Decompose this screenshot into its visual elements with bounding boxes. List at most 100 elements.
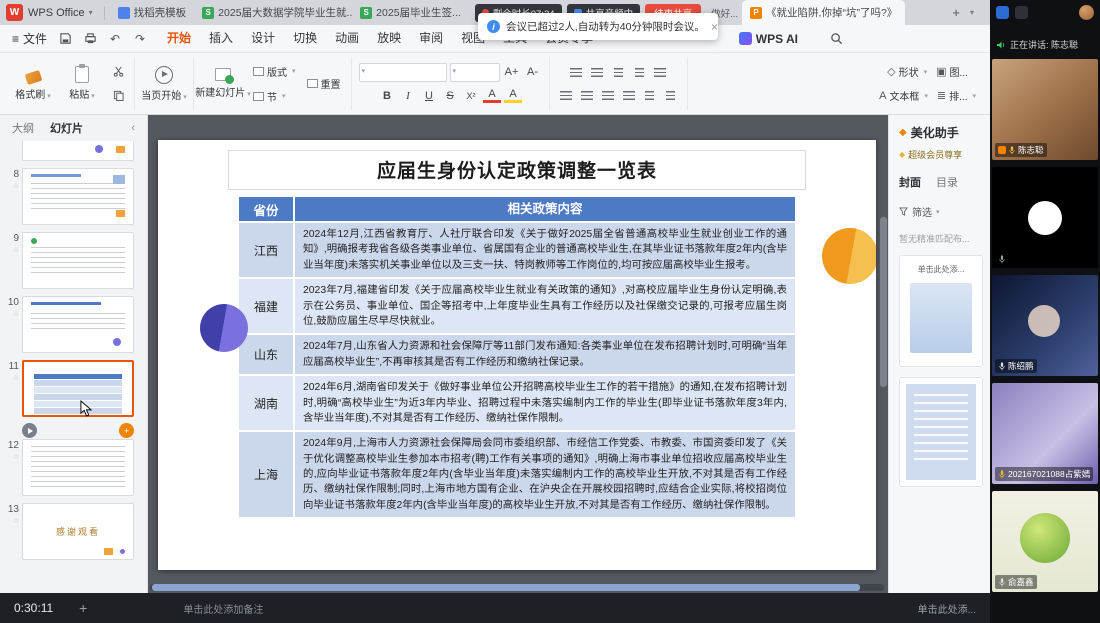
user-avatar[interactable]	[1079, 5, 1094, 20]
app-menu[interactable]: WPS Office	[28, 7, 85, 19]
layout-suggestion-card[interactable]: 单击此处添...	[899, 255, 983, 367]
font-color-button[interactable]: A	[483, 88, 501, 103]
participant-video[interactable]	[992, 167, 1098, 268]
vip-badge[interactable]: ◆ 超级会员尊享	[899, 148, 990, 161]
tab-slides[interactable]: 幻灯片	[50, 120, 83, 136]
layout-button[interactable]: 版式	[250, 62, 299, 81]
play-slide-button[interactable]	[22, 423, 37, 438]
tab-outline[interactable]: 大纲	[12, 120, 34, 136]
wps-ai-button[interactable]: WPS AI	[739, 32, 798, 46]
align-right-button[interactable]	[599, 86, 617, 104]
slide-thumbnail-9[interactable]: 9	[2, 232, 147, 289]
member-badge-icon	[998, 146, 1006, 154]
mic-icon	[998, 470, 1006, 479]
participant-video[interactable]: 陈绍鹏	[992, 275, 1098, 376]
chat-icon[interactable]	[1015, 6, 1028, 19]
horizontal-scrollbar[interactable]	[150, 584, 884, 591]
tab-template-store[interactable]: 找稻壳模板	[110, 0, 195, 25]
arrange-button[interactable]: ≣排...	[934, 86, 979, 105]
slide-thumbnail-10[interactable]: 10	[2, 296, 147, 353]
tab-list-caret-icon[interactable]: ▾	[970, 8, 974, 17]
tab-design[interactable]: 设计	[242, 25, 284, 52]
cut-button[interactable]	[109, 63, 127, 81]
increase-indent-button[interactable]	[630, 63, 648, 81]
notes-placeholder[interactable]: 单击此处添加备注	[183, 601, 263, 616]
hamburger-icon: ≡	[12, 32, 19, 46]
tab-cover[interactable]: 封面	[899, 174, 921, 190]
strikethrough-button[interactable]: S	[441, 87, 459, 105]
slide-thumbnail-partial[interactable]	[2, 141, 147, 161]
format-painter-button[interactable]: 格式刷	[11, 58, 55, 110]
layout-suggestion-card[interactable]	[899, 377, 983, 487]
layout-grid-icon[interactable]	[996, 6, 1009, 19]
slide-thumbnail-8[interactable]: 8	[2, 168, 147, 225]
section-button[interactable]: 节	[250, 87, 299, 106]
search-button[interactable]	[828, 31, 844, 47]
redo-button[interactable]: ↷	[132, 31, 148, 47]
copy-button[interactable]	[109, 87, 127, 105]
tab-active-presentation[interactable]: P 《就业陷阱,你掉“坑”了吗?》	[742, 0, 905, 25]
vertical-scrollbar-thumb[interactable]	[880, 217, 887, 387]
shapes-button[interactable]: ◇形状	[884, 62, 930, 81]
tab-transition[interactable]: 切换	[284, 25, 326, 52]
play-from-current-button[interactable]: 当页开始	[142, 58, 186, 110]
increase-font-button[interactable]: A+	[503, 63, 521, 81]
decrease-font-button[interactable]: A-	[524, 63, 542, 81]
section-label: 节	[267, 89, 277, 104]
collapse-panel-icon[interactable]: ‹	[131, 122, 135, 134]
timer-add-button[interactable]: +	[79, 600, 87, 616]
filter-button[interactable]: 筛选 ▾	[899, 204, 990, 219]
bold-button[interactable]: B	[378, 87, 396, 105]
align-center-button[interactable]	[578, 86, 596, 104]
app-menu-caret-icon[interactable]: ▾	[89, 8, 93, 17]
text-direction-button[interactable]	[662, 86, 680, 104]
close-icon[interactable]: ×	[711, 20, 718, 34]
tab-document-2[interactable]: S 2025届毕业生签...	[352, 0, 469, 25]
current-slide[interactable]: 应届生身份认定政策调整一览表 省份 相关政策内容 江西 2024年12月,江西省…	[158, 140, 876, 570]
horizontal-scrollbar-thumb[interactable]	[152, 584, 860, 591]
tab-home[interactable]: 开始	[158, 25, 200, 52]
participant-video[interactable]: 陈志聪	[992, 59, 1098, 160]
justify-button[interactable]	[620, 86, 638, 104]
superscript-button[interactable]: X²	[462, 87, 480, 105]
diamond-icon: ◆	[899, 150, 905, 159]
new-tab-button[interactable]: +	[952, 5, 960, 20]
participant-video[interactable]: 俞嘉鑫	[992, 491, 1098, 592]
tab-review[interactable]: 审阅	[410, 25, 452, 52]
tab-animation[interactable]: 动画	[326, 25, 368, 52]
font-size-select[interactable]	[450, 63, 500, 82]
tab-slideshow[interactable]: 放映	[368, 25, 410, 52]
underline-button[interactable]: U	[420, 87, 438, 105]
slide-thumbnail-11-selected[interactable]: 11	[2, 360, 147, 417]
italic-button[interactable]: I	[399, 87, 417, 105]
editing-canvas[interactable]: 应届生身份认定政策调整一览表 省份 相关政策内容 江西 2024年12月,江西省…	[148, 115, 888, 593]
vertical-scrollbar[interactable]	[880, 127, 887, 557]
decrease-indent-button[interactable]	[609, 63, 627, 81]
slide-title-placeholder[interactable]: 应届生身份认定政策调整一览表	[228, 150, 806, 190]
reset-button[interactable]: 重置	[304, 74, 344, 93]
numbered-list-button[interactable]	[588, 63, 606, 81]
textbox-button[interactable]: A文本框	[876, 86, 931, 105]
undo-button[interactable]: ↶	[107, 31, 123, 47]
save-button[interactable]	[57, 31, 73, 47]
tab-insert[interactable]: 插入	[200, 25, 242, 52]
tab-document-1[interactable]: S 2025届大数据学院毕业生就...	[194, 0, 352, 25]
highlight-button[interactable]: A	[504, 88, 522, 103]
font-family-select[interactable]	[359, 63, 447, 82]
add-slide-button[interactable]: +	[119, 423, 134, 438]
new-slide-button[interactable]: 新建幻灯片	[201, 58, 245, 110]
file-menu-label: 文件	[23, 30, 47, 47]
bullet-list-button[interactable]	[567, 63, 585, 81]
slide-thumbnail-12[interactable]: 12	[2, 439, 147, 496]
align-left-button[interactable]	[557, 86, 575, 104]
columns-button[interactable]	[641, 86, 659, 104]
policy-table[interactable]: 省份 相关政策内容 江西 2024年12月,江西省教育厅、人社厅联合印发《关于做…	[239, 197, 795, 517]
participant-video[interactable]: 202167021088占紫嫣	[992, 383, 1098, 484]
print-button[interactable]	[82, 31, 98, 47]
tab-toc[interactable]: 目录	[936, 174, 958, 190]
line-spacing-button[interactable]	[651, 63, 669, 81]
picture-button[interactable]: ▣图...	[933, 62, 971, 81]
paste-button[interactable]: 粘贴	[60, 58, 104, 110]
file-menu[interactable]: ≡ 文件	[0, 30, 57, 47]
slide-thumbnail-13[interactable]: 13 感谢观看	[2, 503, 147, 560]
